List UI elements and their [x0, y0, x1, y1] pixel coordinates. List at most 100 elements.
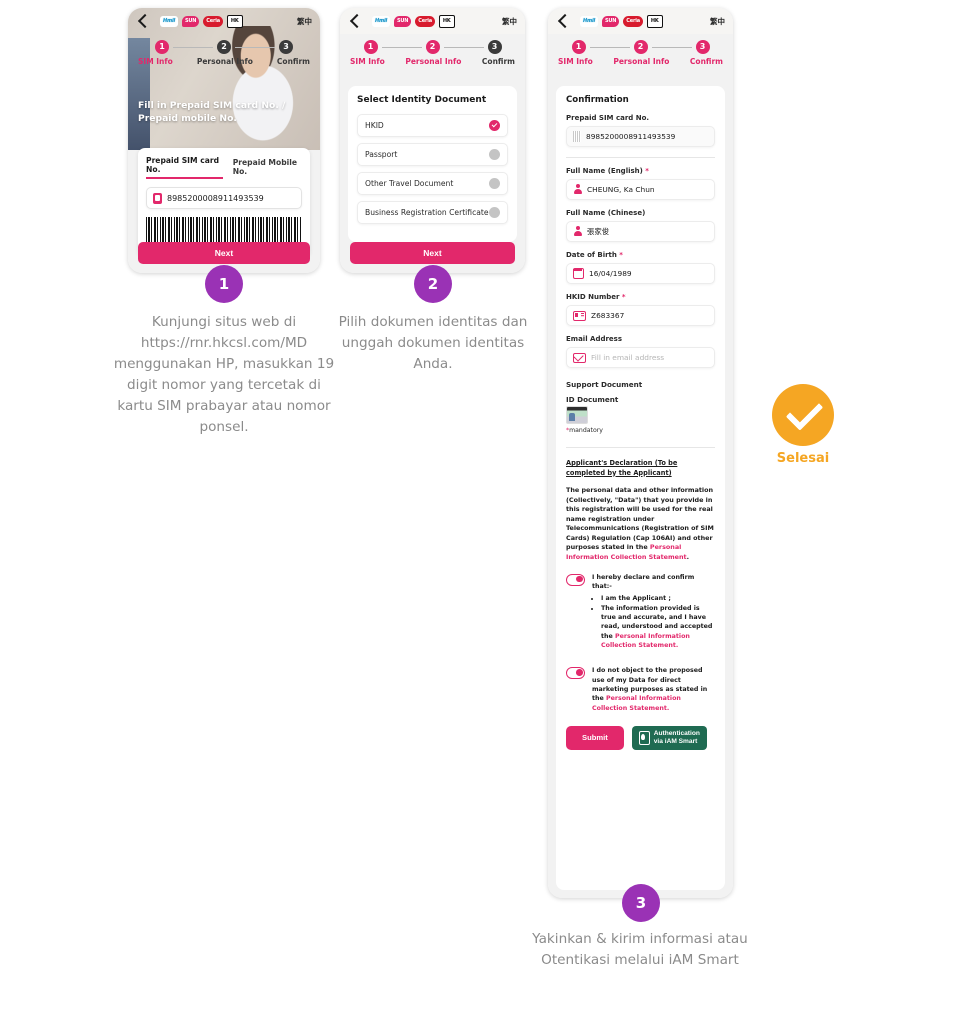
step-dot-1: 1: [155, 40, 169, 54]
tab-prepaid-sim-card-no[interactable]: Prepaid SIM card No.: [146, 156, 223, 179]
iam-label-line-2: via iAM Smart: [653, 737, 698, 745]
radio-icon[interactable]: [489, 149, 500, 160]
stepper-dots-1: 1 2 3: [138, 40, 310, 54]
step-line-1: [173, 46, 213, 48]
consent-row-marketing: I do not object to the proposed use of m…: [566, 666, 715, 712]
stepper-labels-2: SIM Info Personal Info Confirm: [350, 57, 515, 66]
infographic-stage: Hmil SUN Ceria HK 繁中 1 2 3 SIM Info Pers…: [0, 0, 960, 1023]
phone-2-viewport: Hmil SUN Ceria HK 繁中 1 2 3 SIM Info Pers…: [340, 8, 525, 273]
field-value: 張家俊: [587, 227, 610, 236]
field-email-address[interactable]: Fill in email address: [566, 347, 715, 368]
hm-logo: Hmil: [580, 15, 599, 27]
consent-bullets: I am the Applicant ; The information pro…: [592, 594, 715, 651]
person-icon: [573, 226, 582, 237]
app-bar-2: Hmil SUN Ceria HK 繁中: [340, 8, 525, 34]
label-text: Date of Birth: [566, 251, 617, 259]
step-dot-1: 1: [363, 40, 378, 54]
field-value: Z683367: [591, 311, 625, 320]
hongkong-logo: HK: [646, 14, 663, 28]
caption-step-2: Pilih dokumen identitas dan unggah dokum…: [338, 314, 528, 372]
next-button-2[interactable]: Next: [350, 242, 515, 264]
pics-link[interactable]: Personal Information Collection Statemen…: [601, 633, 690, 649]
language-toggle-2[interactable]: 繁中: [502, 16, 517, 27]
stepper-labels-1: SIM Info Personal Info Confirm: [138, 57, 310, 66]
step-label-confirm: Confirm: [276, 57, 310, 66]
field-hkid-number[interactable]: Z683367: [566, 305, 715, 326]
submit-button[interactable]: Submit: [566, 725, 624, 750]
doc-option-label: HKID: [365, 121, 384, 130]
step-dot-2: 2: [425, 40, 440, 54]
language-toggle-3[interactable]: 繁中: [710, 16, 725, 27]
step-dot-3: 3: [279, 40, 293, 54]
doc-option-hkid[interactable]: HKID: [357, 114, 508, 137]
caption-step-1: Kunjungi situs web di https://rnr.hkcsl.…: [113, 314, 335, 435]
doc-option-other-travel-document[interactable]: Other Travel Document: [357, 172, 508, 195]
id-card-icon: [573, 310, 586, 321]
declaration-paragraph: The personal data and other information …: [566, 486, 714, 551]
doc-option-passport[interactable]: Passport: [357, 143, 508, 166]
doc-option-business-registration-certificate[interactable]: Business Registration Certificate: [357, 201, 508, 224]
step-dot-2: 2: [217, 40, 231, 54]
step-badge-1: 1: [205, 265, 243, 303]
phone-screen-3: Hmil SUN Ceria HK 繁中 1 2 3 SIM Info Pers…: [548, 8, 733, 898]
sim-number-input[interactable]: 8985200008911493539: [146, 187, 302, 209]
hongkong-logo: HK: [438, 14, 455, 28]
sun-mobile-logo: SUN: [182, 15, 200, 27]
pics-link[interactable]: Personal Information Collection Statemen…: [592, 695, 681, 711]
next-button-1[interactable]: Next: [138, 242, 310, 264]
barcode-icon: [573, 131, 581, 142]
radio-selected-icon[interactable]: [489, 120, 500, 131]
field-full-name-chinese[interactable]: 張家俊: [566, 221, 715, 242]
id-document-thumbnail[interactable]: [566, 406, 588, 424]
step-dot-3: 3: [695, 40, 710, 54]
consent-row-declaration: I hereby declare and confirm that:- I am…: [566, 573, 715, 651]
brand-logos-1: Hmil SUN Ceria HK: [160, 14, 243, 28]
step-label-personal-info: Personal Info: [405, 57, 462, 66]
tab-prepaid-mobile-no[interactable]: Prepaid Mobile No.: [233, 158, 302, 179]
divider: [566, 447, 715, 448]
language-toggle-1[interactable]: 繁中: [297, 16, 312, 27]
step-dot-2: 2: [633, 40, 648, 54]
toggle-marketing[interactable]: [566, 667, 585, 680]
radio-icon[interactable]: [489, 207, 500, 218]
iam-smart-auth-button[interactable]: Authentication via iAM Smart: [631, 725, 707, 750]
step-label-sim-info: SIM Info: [138, 57, 173, 66]
iam-label: Authentication via iAM Smart: [654, 730, 700, 746]
doc-option-label: Other Travel Document: [365, 179, 454, 188]
consent-marketing-text: I do not object to the proposed use of m…: [592, 666, 715, 712]
step-line-1: [381, 46, 422, 48]
label-hkid-number: HKID Number *: [566, 293, 715, 301]
required-marker: *: [619, 293, 626, 301]
radio-icon[interactable]: [489, 178, 500, 189]
back-icon[interactable]: [348, 15, 361, 28]
toggle-declaration[interactable]: [566, 574, 585, 586]
back-icon[interactable]: [556, 15, 569, 28]
field-date-of-birth[interactable]: 16/04/1989: [566, 263, 715, 284]
sun-mobile-logo: SUN: [394, 15, 412, 27]
confirmation-sheet: Confirmation Prepaid SIM card No. 898520…: [556, 86, 725, 890]
mail-icon: [573, 352, 586, 363]
back-icon[interactable]: [136, 15, 149, 28]
ceria-logo: Ceria: [415, 15, 435, 27]
brand-logos-3: Hmil SUN Ceria HK: [580, 14, 663, 28]
identity-section-title: Select Identity Document: [357, 95, 487, 105]
declaration-period: .: [686, 552, 690, 561]
calendar-icon: [572, 268, 584, 279]
field-full-name-english[interactable]: CHEUNG, Ka Chun: [566, 179, 715, 200]
step-line-2: [651, 46, 692, 48]
step-line-2: [235, 46, 275, 48]
sun-mobile-logo: SUN: [602, 15, 620, 27]
done-indicator: Selesai: [771, 384, 835, 466]
label-full-name-chinese: Full Name (Chinese): [566, 209, 646, 217]
field-value: 8985200008911493539: [586, 132, 676, 141]
step-dot-3: 3: [487, 40, 502, 54]
ceria-logo: Ceria: [623, 15, 643, 27]
mandatory-note: *mandatory: [566, 427, 715, 434]
iam-label-line-1: Authentication: [653, 729, 700, 737]
step-label-confirm: Confirm: [481, 57, 515, 66]
step-label-personal-info: Personal Info: [613, 57, 670, 66]
caption-step-3: Yakinkan & kirim informasi atau Otentika…: [532, 931, 748, 968]
divider: [566, 157, 715, 158]
label-text: HKID Number: [566, 293, 620, 301]
declaration-title: Applicant's Declaration (To be completed…: [566, 459, 678, 477]
